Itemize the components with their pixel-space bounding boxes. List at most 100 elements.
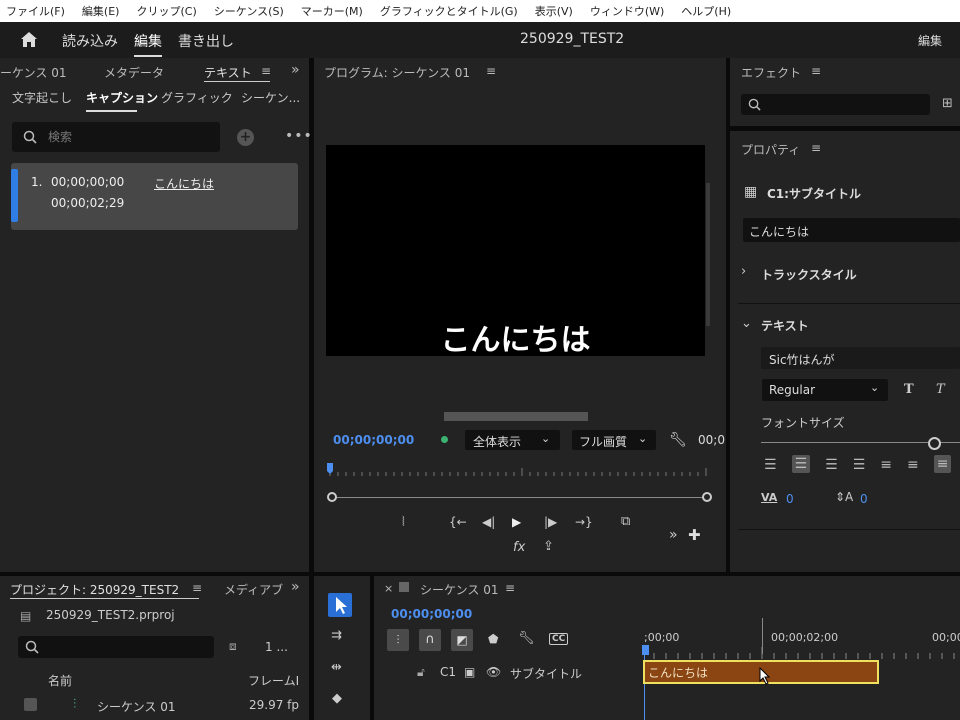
slider-knob[interactable] [928, 437, 941, 450]
magnet-icon[interactable]: ∩ [419, 629, 441, 651]
wrench-icon[interactable]: 🔧︎ [518, 631, 535, 646]
align-top-icon[interactable]: ≡ [880, 458, 892, 473]
table-row[interactable]: ⫶ シーケンス 01 29.97 fp [0, 694, 309, 718]
col-name-header[interactable]: 名前 [48, 672, 72, 689]
export-tab[interactable]: 書き出し [178, 31, 234, 51]
captions-icon[interactable]: CC [549, 633, 569, 645]
workspace-label[interactable]: 編集 [918, 32, 942, 49]
program-timecode[interactable]: 00;00;00;00 [333, 433, 414, 447]
snap-icon[interactable]: ⫶ [387, 629, 409, 651]
hamburger-icon[interactable]: ≡ [505, 582, 515, 594]
subtab-transcribe[interactable]: 文字起こし [12, 89, 72, 106]
tab-sequence[interactable]: ーケンス 01 [0, 64, 66, 81]
subtab-sequence[interactable]: シーケン... [241, 89, 300, 106]
leading-value[interactable]: 0 [860, 492, 868, 506]
zoom-select[interactable]: 全体表示 ⌄ [465, 430, 560, 450]
menu-file[interactable]: ファイル(F) [6, 3, 65, 19]
wrench-icon[interactable]: 🔧︎ [669, 432, 687, 448]
hamburger-icon[interactable]: ≡ [192, 582, 202, 594]
timeline-ruler[interactable] [642, 647, 960, 659]
razor-icon[interactable]: ◆ [332, 691, 342, 706]
menu-graphics[interactable]: グラフィックとタイトル(G) [380, 3, 518, 19]
import-tab[interactable]: 読み込み [62, 31, 118, 51]
font-family-select[interactable]: Sic竹はんが [761, 347, 960, 369]
menu-clip[interactable]: クリップ(C) [136, 3, 196, 19]
project-search-input[interactable] [18, 636, 214, 658]
faux-italic-icon[interactable]: T [936, 382, 945, 397]
close-icon[interactable]: × [384, 582, 393, 595]
font-style-select[interactable]: Regular ⌄ [762, 379, 888, 401]
add-caption-icon[interactable]: + [237, 129, 254, 146]
chevron-right-icon[interactable]: › [741, 264, 746, 279]
font-size-slider[interactable] [761, 437, 960, 450]
align-center-icon[interactable]: ☰ [791, 455, 811, 473]
menu-view[interactable]: 表示(V) [535, 3, 573, 19]
hamburger-icon[interactable]: ≡ [811, 65, 821, 77]
project-tab[interactable]: プロジェクト: 250929_TEST2 [10, 581, 179, 598]
align-right-icon[interactable]: ☰ [825, 458, 838, 473]
linked-selection-icon[interactable]: ◩ [451, 629, 473, 651]
hamburger-icon[interactable]: ≡ [811, 142, 821, 154]
subtab-graphic[interactable]: グラフィック [161, 89, 233, 106]
ripple-edit-icon[interactable]: ⇹ [331, 660, 342, 675]
chevrons-right-icon[interactable]: » [669, 527, 678, 543]
tracking-value[interactable]: 0 [786, 492, 794, 506]
chevrons-right-icon[interactable]: » [291, 63, 300, 77]
lock-icon[interactable]: 🔓︎ [417, 665, 425, 680]
faux-bold-icon[interactable]: T [904, 382, 914, 397]
marker-icon[interactable]: ⬟ [488, 632, 498, 646]
caption-item[interactable]: 1. 00;00;00;00 00;00;02;29 こんにちは [11, 163, 298, 230]
track-select-icon[interactable]: ⇉ [331, 628, 342, 643]
menu-sequence[interactable]: シーケンス(S) [214, 3, 284, 19]
chevrons-right-icon[interactable]: » [291, 580, 300, 594]
new-bin-icon[interactable]: ⊞ [942, 96, 953, 111]
mark-in-icon[interactable]: ⦚ [402, 515, 405, 530]
menu-marker[interactable]: マーカー(M) [301, 3, 363, 19]
tab-text[interactable]: テキスト [204, 64, 252, 81]
col-fps-header[interactable]: フレームI [248, 672, 299, 689]
home-icon[interactable] [20, 31, 38, 48]
play-icon[interactable]: ▶ [512, 515, 521, 529]
fx-icon[interactable]: fx [513, 540, 525, 555]
monitor-scrollbar[interactable] [706, 183, 710, 326]
step-forward-icon[interactable]: |▶ [544, 515, 557, 529]
eye-icon[interactable]: 👁︎ [486, 665, 501, 679]
caption-track-icon[interactable]: ▣ [464, 665, 475, 679]
program-ruler[interactable] [326, 462, 712, 478]
row-checkbox[interactable] [24, 698, 37, 711]
align-bottom-icon[interactable]: ≡ [933, 455, 952, 473]
caption-text-field[interactable]: こんにちは [743, 218, 960, 242]
align-left-icon[interactable]: ☰ [764, 458, 777, 473]
menu-window[interactable]: ウィンドウ(W) [590, 3, 664, 19]
track-style-header[interactable]: トラックスタイル [761, 266, 857, 283]
subtab-caption[interactable]: キャプション [86, 89, 158, 106]
media-browser-tab[interactable]: メディアブ [224, 581, 283, 598]
camera-icon[interactable]: ⧉ [621, 514, 630, 529]
text-section-header[interactable]: テキスト [761, 317, 809, 334]
caption-search-input[interactable]: 検索 [12, 122, 220, 152]
hamburger-icon[interactable]: ≡ [486, 65, 496, 77]
program-zoom-bar[interactable] [332, 497, 704, 498]
zoom-handle-right[interactable] [702, 492, 712, 502]
export-frame-icon[interactable]: ⇪ [543, 539, 554, 554]
go-to-in-icon[interactable]: {← [449, 515, 467, 529]
zoom-handle-left[interactable] [327, 492, 337, 502]
justify-icon[interactable]: ☰ [853, 458, 866, 473]
more-icon[interactable]: ••• [285, 128, 313, 144]
timeline-timecode[interactable]: 00;00;00;00 [391, 607, 472, 621]
menu-edit[interactable]: 編集(E) [82, 3, 120, 19]
go-to-out-icon[interactable]: →} [575, 515, 593, 529]
selection-tool[interactable] [328, 593, 352, 617]
find-icon[interactable]: ⧈ [229, 639, 237, 654]
playhead-head[interactable] [642, 645, 649, 655]
add-button-icon[interactable]: ✚ [688, 526, 701, 544]
step-back-icon[interactable]: ◀| [482, 515, 495, 529]
caption-text[interactable]: こんにちは [154, 175, 214, 192]
align-middle-icon[interactable]: ≡ [907, 458, 919, 473]
quality-select[interactable]: フル画質 ⌄ [572, 430, 656, 450]
menu-help[interactable]: ヘルプ(H) [681, 3, 731, 19]
edit-tab[interactable]: 編集 [134, 31, 162, 51]
effects-search-input[interactable] [741, 94, 930, 115]
monitor-hscrollbar[interactable] [444, 412, 588, 421]
tab-metadata[interactable]: メタデータ [104, 64, 164, 81]
